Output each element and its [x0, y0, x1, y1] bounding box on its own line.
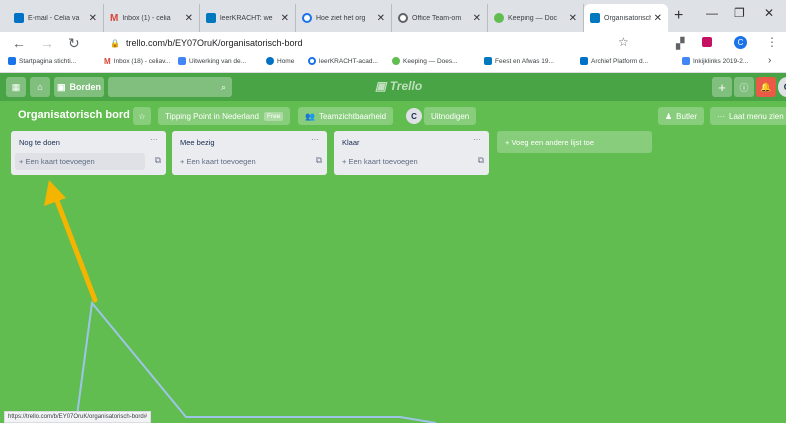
status-bar-url: https://trello.com/b/EY07OruK/organisato…: [4, 411, 152, 423]
annotation-arrow-shaft: [53, 195, 98, 303]
annotation-line: [75, 300, 437, 423]
annotation-overlay: [44, 180, 437, 423]
